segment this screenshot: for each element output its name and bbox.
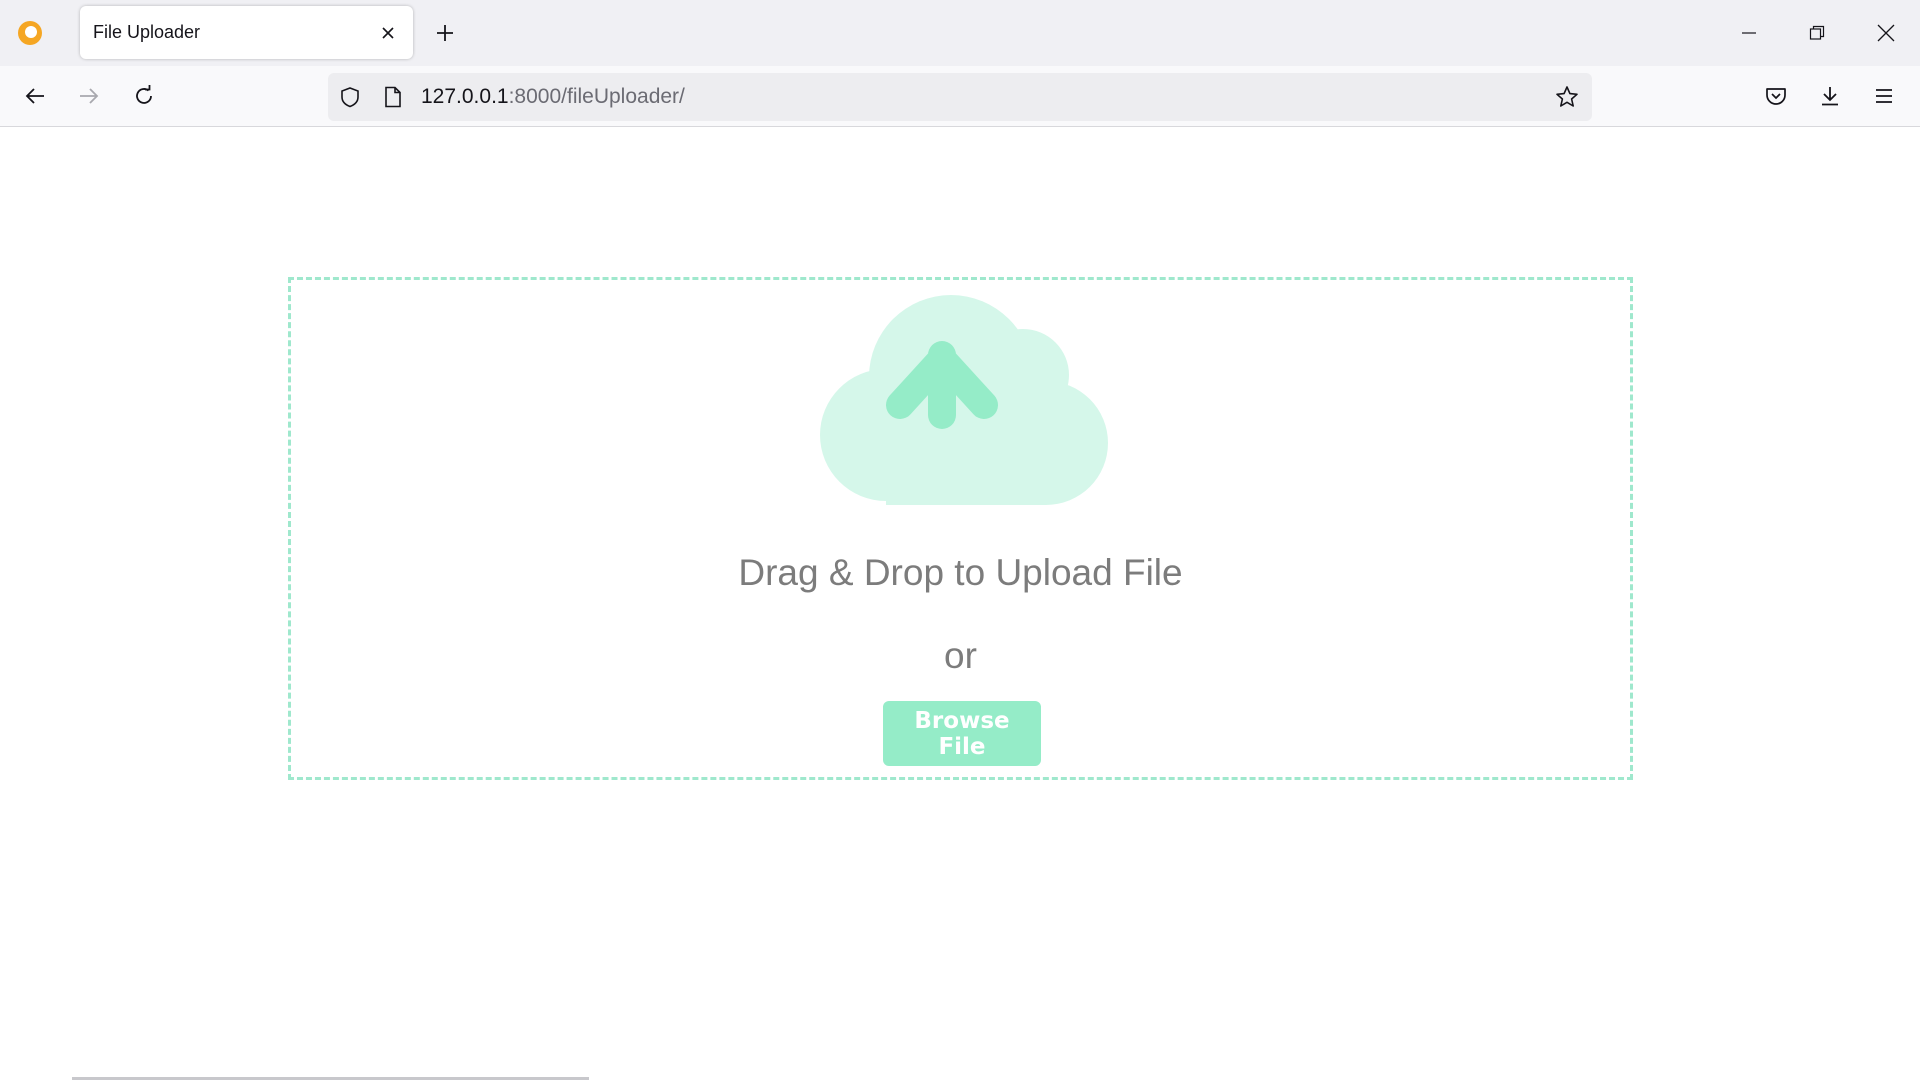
- cloud-upload-icon: [820, 295, 1108, 505]
- window-close-icon[interactable]: [1864, 14, 1908, 52]
- shield-icon[interactable]: [338, 85, 362, 109]
- or-separator: or: [944, 635, 977, 676]
- back-arrow-icon[interactable]: [17, 78, 53, 114]
- star-icon[interactable]: [1555, 85, 1579, 109]
- page-icon[interactable]: [381, 85, 405, 109]
- navigation-toolbar: 127.0.0.1:8000/fileUploader/: [0, 66, 1920, 127]
- pocket-icon[interactable]: [1758, 78, 1794, 114]
- browse-file-button[interactable]: Browse File: [883, 701, 1041, 766]
- menu-icon[interactable]: [1866, 78, 1902, 114]
- plus-icon[interactable]: [430, 18, 460, 48]
- minimize-icon[interactable]: [1727, 14, 1771, 52]
- reload-icon[interactable]: [126, 78, 162, 114]
- tab-title: File Uploader: [93, 22, 201, 42]
- close-icon[interactable]: [375, 20, 401, 46]
- browser-logo-icon[interactable]: [16, 19, 44, 47]
- tab-file-uploader[interactable]: File Uploader: [80, 6, 413, 59]
- restore-icon[interactable]: [1795, 14, 1839, 52]
- download-icon[interactable]: [1812, 78, 1848, 114]
- url-path: :8000/fileUploader/: [508, 85, 685, 108]
- url-bar[interactable]: 127.0.0.1:8000/fileUploader/: [328, 73, 1592, 121]
- forward-arrow-icon[interactable]: [71, 78, 107, 114]
- upload-dropzone[interactable]: Drag & Drop to Upload File or Browse Fil…: [288, 277, 1633, 780]
- drop-instructions: Drag & Drop to Upload File: [738, 552, 1183, 593]
- url-text[interactable]: 127.0.0.1:8000/fileUploader/: [421, 85, 685, 109]
- tab-strip: File Uploader: [0, 0, 1920, 66]
- url-host: 127.0.0.1: [421, 85, 509, 108]
